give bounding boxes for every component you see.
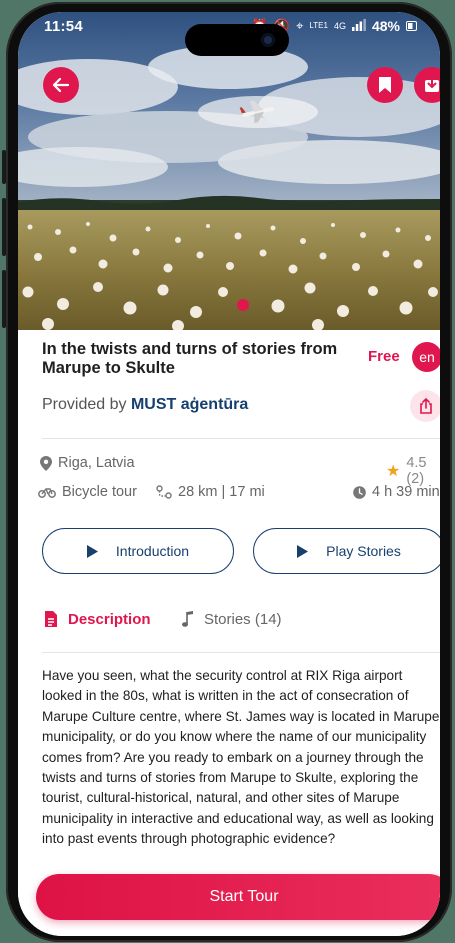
play-stories-button[interactable]: Play Stories xyxy=(253,528,440,574)
duration-row: 4 h 39 min xyxy=(353,484,440,500)
document-icon xyxy=(45,611,57,627)
play-icon xyxy=(86,544,98,558)
introduction-button[interactable]: Introduction xyxy=(42,528,234,574)
location-row: Riga, Latvia xyxy=(40,455,135,471)
battery-level: 48% xyxy=(371,18,400,34)
bookmark-button[interactable] xyxy=(367,67,403,103)
share-button[interactable] xyxy=(410,390,440,422)
divider xyxy=(42,438,440,439)
play-icon xyxy=(297,544,309,558)
map-pin-icon xyxy=(40,455,52,471)
side-button xyxy=(2,270,6,328)
volume-down-button xyxy=(2,198,6,256)
location-text: Riga, Latvia xyxy=(58,455,135,471)
route-icon xyxy=(156,485,172,499)
front-camera xyxy=(261,33,275,47)
screen: 11:54 ⏰ 🔇 ⌖ LTE1 4G 48% xyxy=(18,12,440,936)
battery-icon xyxy=(406,19,418,34)
tour-details: In the twists and turns of stories from … xyxy=(18,330,440,936)
tab-description[interactable]: Description xyxy=(44,610,151,628)
tour-type-row: Bicycle tour xyxy=(38,484,137,500)
dandelion-field-photo xyxy=(18,12,440,330)
location-status-icon: ⌖ xyxy=(296,18,304,33)
clock-icon xyxy=(353,485,366,499)
duration-text: 4 h 39 min xyxy=(372,484,440,500)
play-stories-label: Play Stories xyxy=(326,543,401,559)
rating[interactable]: ★ 4.5 (2) xyxy=(386,455,440,487)
phone-frame: 11:54 ⏰ 🔇 ⌖ LTE1 4G 48% xyxy=(2,2,452,942)
price-badge: Free xyxy=(368,348,400,365)
rating-text: 4.5 (2) xyxy=(406,455,427,487)
back-button[interactable] xyxy=(43,67,79,103)
tab-description-label: Description xyxy=(68,610,151,628)
bookmark-icon xyxy=(379,77,391,93)
status-time: 11:54 xyxy=(44,18,84,35)
download-icon xyxy=(425,76,439,92)
start-tour-label: Start Tour xyxy=(209,888,279,905)
camera-island xyxy=(185,24,289,56)
network-type: 4G xyxy=(333,21,346,31)
start-tour-button[interactable]: Start Tour xyxy=(36,874,440,920)
provided-by-label: Provided by xyxy=(42,396,127,413)
provider-line: Provided by MUST aģentūra xyxy=(42,396,248,414)
tour-type-text: Bicycle tour xyxy=(62,484,137,500)
tabs-divider xyxy=(42,652,440,653)
star-icon: ★ xyxy=(386,463,401,480)
introduction-label: Introduction xyxy=(115,543,190,559)
tour-title: In the twists and turns of stories from … xyxy=(42,340,338,377)
tour-description: Have you seen, what the security control… xyxy=(42,668,440,847)
distance-row: 28 km | 17 mi xyxy=(156,484,265,500)
arrow-left-icon xyxy=(52,77,70,93)
bicycle-icon xyxy=(38,488,56,498)
tab-stories-label: Stories (14) xyxy=(204,610,282,628)
network-label: LTE1 xyxy=(309,21,328,30)
volume-up-button xyxy=(2,150,6,184)
share-icon xyxy=(420,398,432,414)
tab-stories[interactable]: Stories (14) xyxy=(182,610,282,628)
provider-link[interactable]: MUST aģentūra xyxy=(131,396,248,413)
language-button[interactable]: en xyxy=(412,342,440,372)
signal-icon xyxy=(351,18,366,34)
carousel-indicator[interactable] xyxy=(237,299,249,311)
distance-text: 28 km | 17 mi xyxy=(178,484,265,500)
music-note-icon xyxy=(182,611,193,627)
hero-image[interactable]: 11:54 ⏰ 🔇 ⌖ LTE1 4G 48% xyxy=(18,12,440,330)
